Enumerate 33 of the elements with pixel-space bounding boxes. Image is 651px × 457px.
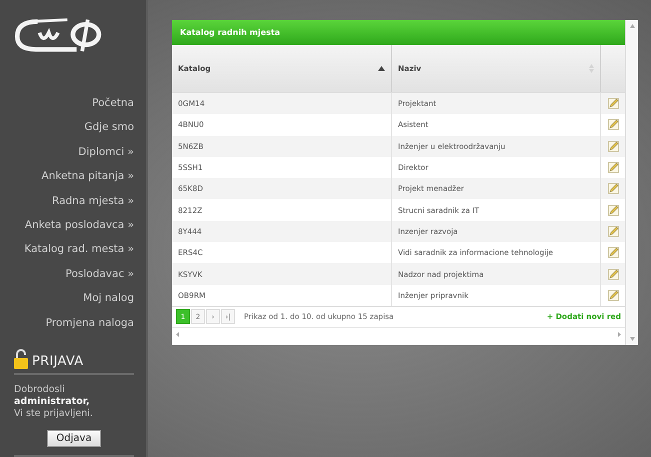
nav-link[interactable]: Katalog rad. mesta » <box>24 237 134 262</box>
edit-icon[interactable] <box>608 183 618 194</box>
nav-link[interactable]: Radna mjesta » <box>52 188 134 214</box>
nav-link[interactable]: Anketa poslodavca » <box>24 213 134 238</box>
nav-link[interactable]: Moj nalog <box>83 286 134 311</box>
edit-icon[interactable] <box>608 119 618 130</box>
edit-icon[interactable] <box>608 98 618 110</box>
grid-title-bar: Katalog radnih mjesta <box>172 20 625 45</box>
edit-icon[interactable] <box>608 268 618 280</box>
scroll-down-icon[interactable] <box>630 337 634 341</box>
login-heading: PRIJAVA <box>32 354 84 369</box>
edit-icon[interactable] <box>608 140 618 152</box>
edit-icon[interactable] <box>608 290 618 301</box>
logout-button[interactable]: Odjava <box>47 430 101 447</box>
nav-link[interactable]: Diplomci » <box>78 140 134 164</box>
edit-icon[interactable] <box>608 204 618 216</box>
sort-ascending-icon[interactable] <box>378 66 385 71</box>
scroll-left-icon[interactable] <box>176 332 179 338</box>
nav-link[interactable]: Poslodavac » <box>66 262 134 286</box>
nav-link[interactable]: Promjena naloga <box>46 310 134 335</box>
welcome-text: Dobrodosli <box>14 384 66 396</box>
scroll-right-icon[interactable] <box>618 332 621 338</box>
scroll-up-icon[interactable] <box>630 24 634 28</box>
nav-link[interactable]: Gdje smo <box>84 115 134 140</box>
welcome-text: administrator, <box>14 396 91 408</box>
nav-link[interactable]: Početna <box>92 91 134 116</box>
edit-icon[interactable] <box>608 162 618 174</box>
edit-icon[interactable] <box>608 226 618 237</box>
padlock-icon <box>14 349 28 369</box>
scrollbar[interactable] <box>625 20 638 345</box>
edit-icon[interactable] <box>608 247 618 258</box>
welcome-text: Vi ste prijavljeni. <box>14 408 94 420</box>
nav-link[interactable]: Anketna pitanja » <box>42 164 134 189</box>
